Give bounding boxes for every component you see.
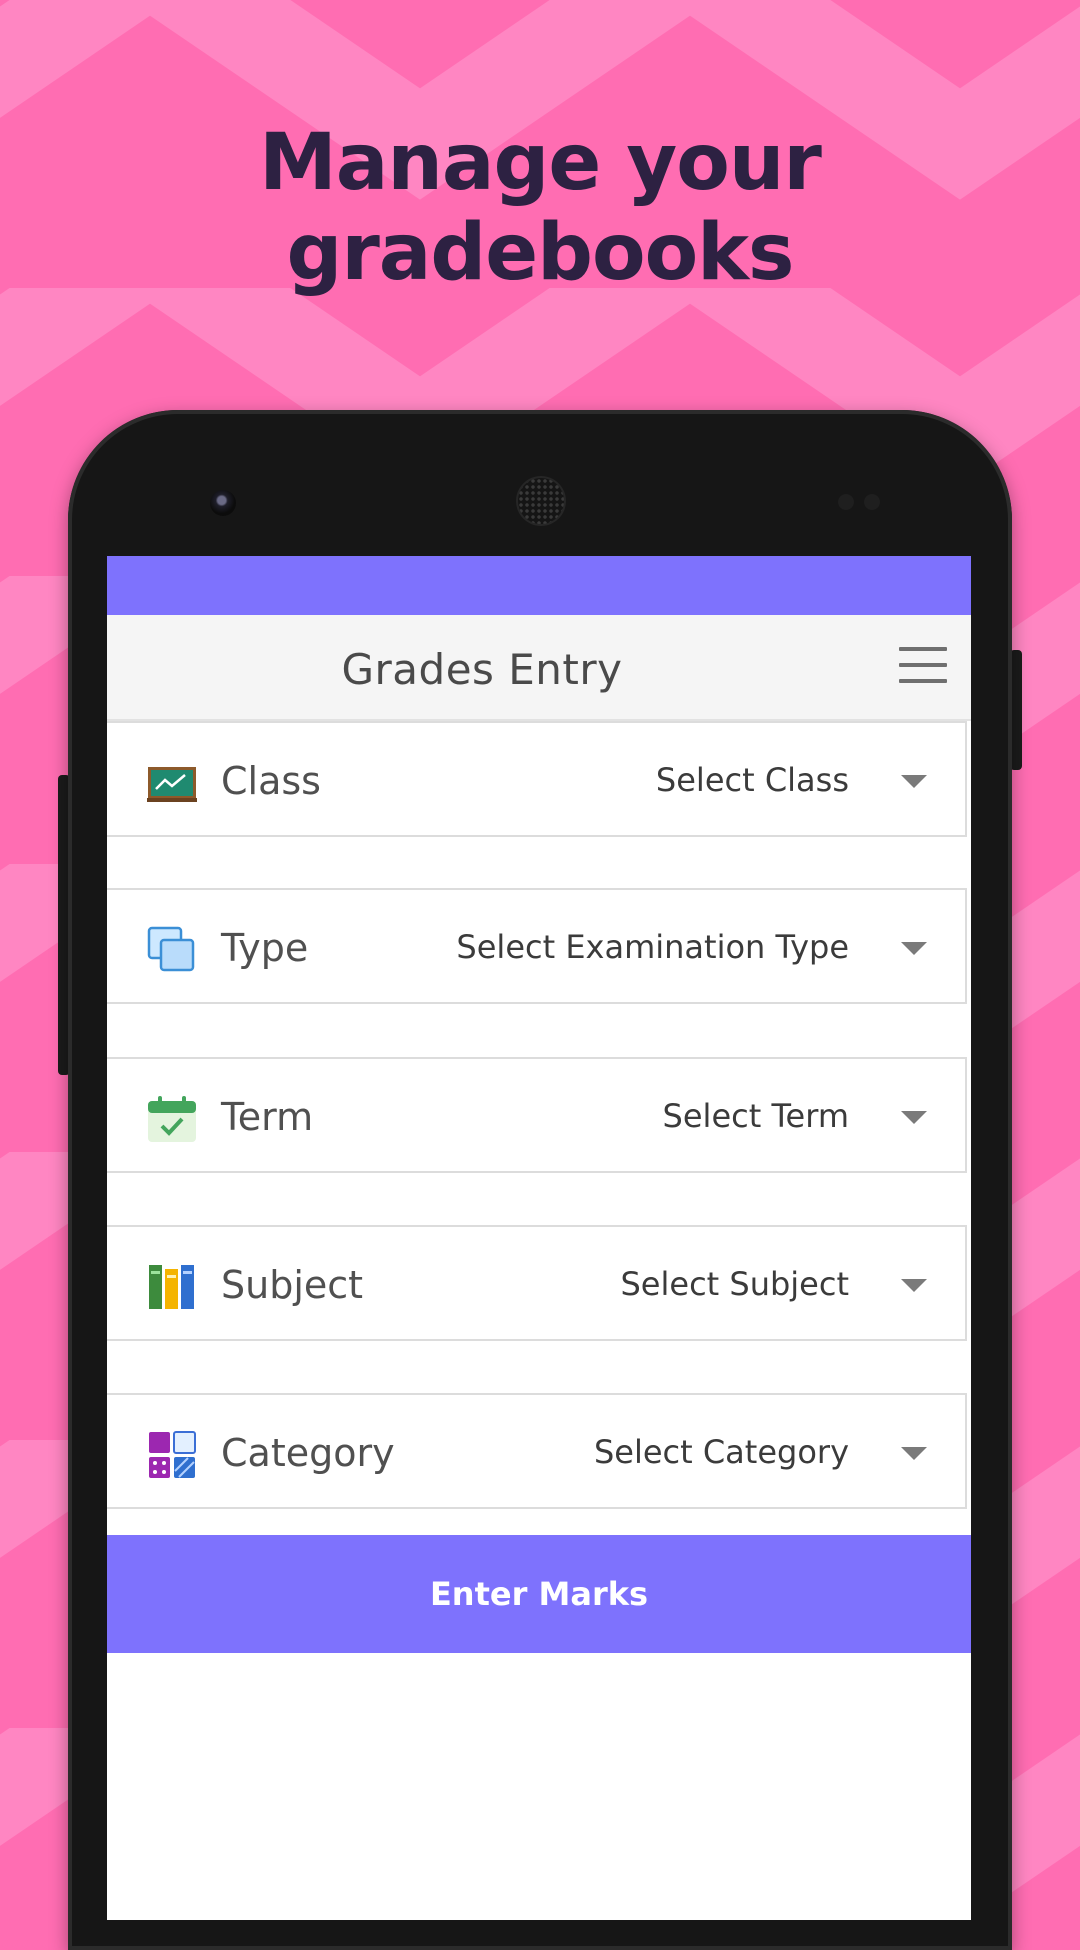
category-dropdown[interactable]: Category Select Category	[107, 1393, 967, 1509]
calendar-check-icon	[148, 1096, 196, 1142]
earpiece-speaker	[518, 478, 564, 524]
chevron-down-icon	[901, 942, 927, 955]
class-label: Class	[221, 759, 321, 803]
category-label: Category	[221, 1431, 395, 1475]
chevron-down-icon	[901, 1279, 927, 1292]
category-grid-icon	[149, 1431, 196, 1478]
hamburger-menu-icon[interactable]	[899, 647, 947, 683]
app-bar: Grades Entry	[107, 615, 971, 721]
light-sensor	[864, 494, 880, 510]
category-select-value: Select Category	[593, 1433, 849, 1471]
app-title: Grades Entry	[341, 645, 623, 694]
chevron-down-icon	[901, 775, 927, 788]
term-dropdown[interactable]: Term Select Term	[107, 1057, 967, 1173]
subject-label: Subject	[221, 1263, 364, 1307]
promo-headline: Manage your gradebooks	[259, 118, 822, 298]
enter-marks-button[interactable]: Enter Marks	[107, 1535, 971, 1653]
class-select-value: Select Class	[655, 761, 849, 799]
phone-screen: Grades Entry Class Select Class Type Sel…	[107, 556, 971, 1920]
subject-select-value: Select Subject	[620, 1265, 849, 1303]
type-label: Type	[221, 926, 309, 970]
books-icon	[149, 1265, 194, 1309]
type-dropdown[interactable]: Type Select Examination Type	[107, 888, 967, 1004]
class-dropdown[interactable]: Class Select Class	[107, 721, 967, 837]
layers-icon	[147, 926, 195, 972]
chalkboard-icon	[147, 767, 197, 802]
status-bar	[107, 556, 971, 615]
type-select-value: Select Examination Type	[456, 928, 849, 966]
chevron-down-icon	[901, 1447, 927, 1460]
chevron-down-icon	[901, 1111, 927, 1124]
subject-dropdown[interactable]: Subject Select Subject	[107, 1225, 967, 1341]
term-label: Term	[221, 1095, 314, 1139]
term-select-value: Select Term	[662, 1097, 849, 1135]
proximity-sensor	[838, 494, 854, 510]
front-camera	[210, 490, 236, 516]
